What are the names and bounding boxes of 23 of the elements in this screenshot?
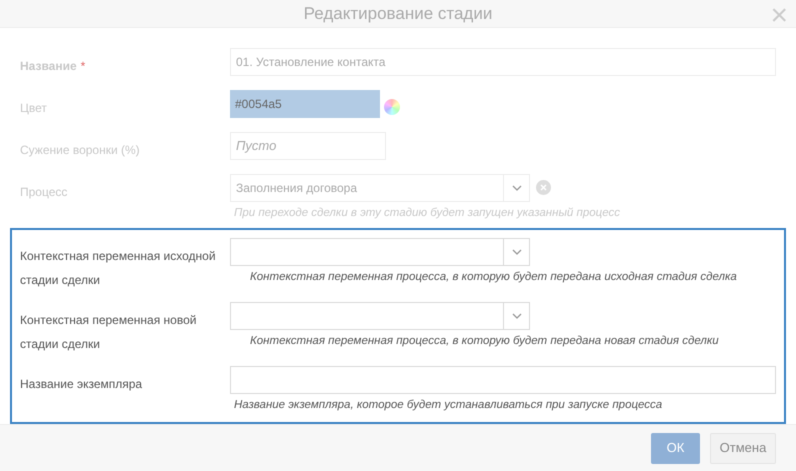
text-field[interactable] bbox=[230, 366, 776, 394]
required-mark: * bbox=[80, 58, 86, 73]
close-button[interactable]: × bbox=[770, 0, 788, 32]
field-hint: Контекстная переменная процесса, в которую будет передана новая стадия сделки bbox=[249, 334, 719, 350]
select-field[interactable]: Заполнения договора bbox=[230, 174, 530, 202]
field-label: Контекстная переменная исходной стадии сделки bbox=[20, 249, 216, 288]
select-field[interactable] bbox=[230, 302, 530, 330]
color-wheel-icon[interactable] bbox=[384, 98, 400, 115]
field-hint: Контекстная переменная процесса, в которую будет передана исходная стадия сделка bbox=[249, 270, 737, 286]
chevron-down-icon bbox=[512, 313, 522, 320]
select-value: Заполнения договора bbox=[235, 180, 358, 197]
field-label: Контекстная переменная новой стадии сделки bbox=[20, 313, 196, 352]
ok-button[interactable]: ОК bbox=[651, 432, 700, 464]
chevron-down-icon bbox=[512, 184, 522, 191]
text-field[interactable]: 01. Установление контакта bbox=[230, 48, 776, 76]
field-hint: Название экземпляра, которое будет устанавливаться при запуске процесса bbox=[233, 398, 664, 414]
clear-icon[interactable] bbox=[536, 180, 551, 196]
chevron-down-icon bbox=[512, 249, 522, 256]
percent-field[interactable]: Пусто bbox=[230, 132, 386, 160]
cancel-button[interactable]: Отмена bbox=[710, 432, 776, 464]
dialog-title: Редактирование стадии bbox=[304, 2, 492, 25]
field-label: Название экземпляра bbox=[20, 377, 142, 392]
select-field[interactable] bbox=[230, 238, 530, 266]
